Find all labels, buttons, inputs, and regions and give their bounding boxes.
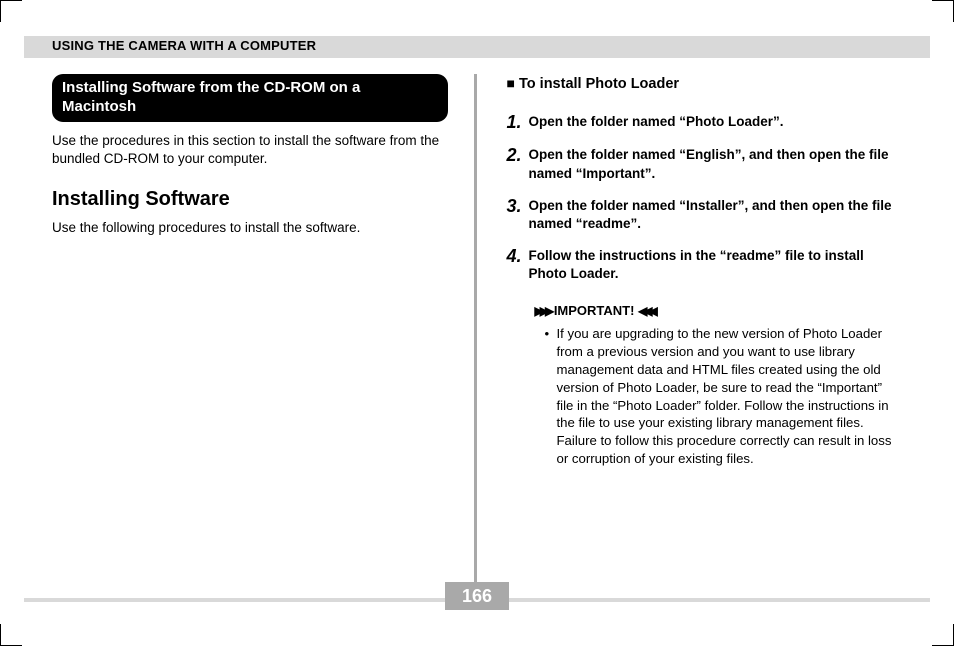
important-bullet: • If you are upgrading to the new versio… <box>545 325 903 468</box>
boxed-heading: Installing Software from the CD-ROM on a… <box>52 74 448 122</box>
right-column: ■ To install Photo Loader 1. Open the fo… <box>477 74 903 590</box>
important-bullet-text: If you are upgrading to the new version … <box>557 325 903 468</box>
step-item: 4. Follow the instructions in the “readm… <box>507 247 903 283</box>
section-header: USING THE CAMERA WITH A COMPUTER <box>52 38 316 53</box>
step-text: Follow the instructions in the “readme” … <box>529 247 903 283</box>
step-number: 1. <box>507 113 529 133</box>
content-area: Installing Software from the CD-ROM on a… <box>52 74 902 590</box>
square-bullet-icon: ■ <box>507 75 515 91</box>
step-item: 2. Open the folder named “English”, and … <box>507 146 903 182</box>
left-column: Installing Software from the CD-ROM on a… <box>52 74 474 590</box>
step-number: 2. <box>507 146 529 182</box>
procedure-heading: ■ To install Photo Loader <box>507 74 903 95</box>
step-text: Open the folder named “Photo Loader”. <box>529 113 784 133</box>
intro-paragraph: Use the procedures in this section to in… <box>52 132 448 168</box>
sub-paragraph: Use the following procedures to install … <box>52 219 448 237</box>
page-number: 166 <box>445 582 509 610</box>
sub-heading: Installing Software <box>52 186 448 213</box>
important-label-line: IMPORTANT! <box>535 302 903 320</box>
procedure-heading-text: To install Photo Loader <box>519 76 679 92</box>
step-number: 3. <box>507 197 529 233</box>
important-deco-right-icon <box>638 303 654 319</box>
bullet-dot-icon: • <box>545 325 557 468</box>
step-text: Open the folder named “English”, and the… <box>529 146 903 182</box>
crop-mark-tr <box>932 0 954 22</box>
crop-mark-bl <box>0 624 22 646</box>
crop-mark-tl <box>0 0 22 22</box>
step-text: Open the folder named “Installer”, and t… <box>529 197 903 233</box>
step-item: 3. Open the folder named “Installer”, an… <box>507 197 903 233</box>
step-number: 4. <box>507 247 529 283</box>
important-deco-left-icon <box>535 303 551 319</box>
step-item: 1. Open the folder named “Photo Loader”. <box>507 113 903 133</box>
crop-mark-br <box>932 624 954 646</box>
manual-page: USING THE CAMERA WITH A COMPUTER Install… <box>0 0 954 646</box>
important-label: IMPORTANT! <box>554 303 635 318</box>
step-list: 1. Open the folder named “Photo Loader”.… <box>507 113 903 284</box>
